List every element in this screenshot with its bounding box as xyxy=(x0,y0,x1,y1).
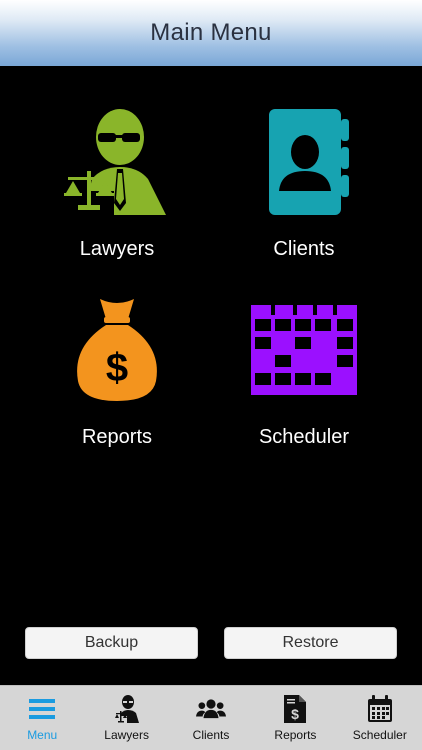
lawyer-icon xyxy=(57,102,177,222)
tab-label: Scheduler xyxy=(352,728,407,742)
backup-button[interactable]: Backup xyxy=(25,627,198,659)
restore-button[interactable]: Restore xyxy=(224,627,397,659)
dollar-document-icon: $ xyxy=(280,694,310,724)
svg-text:$: $ xyxy=(292,706,300,722)
tab-label: Lawyers xyxy=(104,728,149,742)
page-title: Main Menu xyxy=(150,19,272,46)
header-bar: Main Menu xyxy=(0,0,422,66)
tab-reports[interactable]: $ Reports xyxy=(253,686,337,750)
tab-lawyers[interactable]: Lawyers xyxy=(84,686,168,750)
menu-tile-reports[interactable]: $ Reports xyxy=(27,290,207,449)
hamburger-menu-icon xyxy=(27,694,57,724)
svg-text:$: $ xyxy=(106,346,128,390)
tab-scheduler[interactable]: Scheduler xyxy=(338,686,422,750)
calendar-icon xyxy=(365,694,395,724)
tab-label: Menu xyxy=(27,728,58,742)
users-group-icon xyxy=(196,694,227,724)
tile-label: Clients xyxy=(273,238,335,260)
tab-label: Reports xyxy=(274,728,317,742)
tab-menu[interactable]: Menu xyxy=(0,686,84,750)
menu-tile-scheduler[interactable]: Scheduler xyxy=(214,290,394,449)
contacts-book-icon xyxy=(244,102,364,222)
calendar-grid-icon xyxy=(244,290,364,410)
tile-label: Reports xyxy=(81,426,153,448)
tile-label: Scheduler xyxy=(258,426,350,448)
money-bag-icon: $ xyxy=(57,290,177,410)
tile-label: Lawyers xyxy=(79,238,155,260)
menu-tile-clients[interactable]: Clients xyxy=(214,102,394,261)
tab-clients[interactable]: Clients xyxy=(169,686,253,750)
lawyer-icon xyxy=(112,694,142,724)
menu-tile-lawyers[interactable]: Lawyers xyxy=(27,102,207,261)
bottom-tab-bar: Menu Lawyers Clients $ Reports Scheduler xyxy=(0,685,422,750)
tab-label: Clients xyxy=(192,728,230,742)
